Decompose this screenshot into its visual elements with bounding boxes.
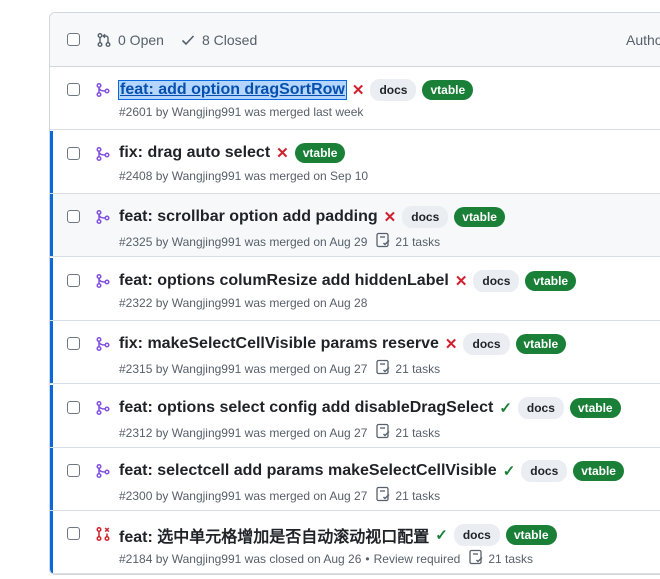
pr-title-link[interactable]: feat: options columResize add hiddenLabe… <box>119 272 449 290</box>
pr-title-link[interactable]: feat: options select config add disableD… <box>119 399 493 417</box>
tasks-count: 21 tasks <box>488 551 534 566</box>
label-vtable[interactable]: vtable <box>454 207 505 227</box>
check-failed-icon[interactable]: ✕ <box>455 274 468 289</box>
tasks-count: 21 tasks <box>395 488 441 503</box>
row-checkbox[interactable] <box>67 210 80 223</box>
row-checkbox[interactable] <box>67 147 80 160</box>
check-failed-icon[interactable]: ✕ <box>384 210 397 225</box>
tasklist-icon <box>375 486 391 505</box>
pr-title-link[interactable]: feat: 选中单元格增加是否自动滚动视口配置 <box>119 523 429 547</box>
meta-separator: • <box>365 551 370 566</box>
pr-title-link[interactable]: fix: drag auto select <box>119 144 270 162</box>
merged-pr-icon <box>96 209 110 230</box>
pr-title-link[interactable]: feat: scrollbar option add padding <box>119 208 378 226</box>
label-vtable[interactable]: vtable <box>505 525 557 545</box>
tasks-indicator: 21 tasks <box>375 423 440 442</box>
pr-meta: #2184 by Wangjing991 was closed on Aug 2… <box>119 551 362 566</box>
tasklist-icon <box>375 423 391 442</box>
pr-meta: #2408 by Wangjing991 was merged on Sep 1… <box>119 169 369 183</box>
check-failed-icon[interactable]: ✕ <box>352 83 365 98</box>
pr-meta: #2312 by Wangjing991 was merged on Aug 2… <box>119 425 368 440</box>
row-checkbox[interactable] <box>67 274 80 287</box>
label-vtable[interactable]: vtable <box>294 143 346 163</box>
label-vtable[interactable]: vtable <box>525 271 577 291</box>
pr-title-link[interactable]: feat: selectcell add params makeSelectCe… <box>119 462 497 480</box>
check-failed-icon[interactable]: ✕ <box>276 146 289 161</box>
label-docs[interactable]: docs <box>517 397 564 419</box>
row-checkbox[interactable] <box>67 337 80 350</box>
open-filter[interactable]: 0 Open <box>96 32 164 48</box>
row-checkbox[interactable] <box>67 527 80 540</box>
tasks-indicator: 21 tasks <box>375 359 440 378</box>
author-filter[interactable]: Autho <box>626 32 660 48</box>
merged-pr-icon <box>96 400 110 421</box>
tasks-count: 21 tasks <box>395 361 441 376</box>
pull-request-row[interactable]: feat: options select config add disableD… <box>50 385 660 448</box>
closed-count: 8 Closed <box>202 32 258 48</box>
tasks-indicator: 21 tasks <box>375 232 440 251</box>
row-checkbox[interactable] <box>67 401 80 414</box>
pr-meta: #2315 by Wangjing991 was merged on Aug 2… <box>119 361 368 376</box>
tasks-indicator: 21 tasks <box>375 486 440 505</box>
pr-meta: #2300 by Wangjing991 was merged on Aug 2… <box>119 488 368 503</box>
pr-title-link[interactable]: fix: makeSelectCellVisible params reserv… <box>119 335 439 353</box>
pull-request-row[interactable]: feat: 选中单元格增加是否自动滚动视口配置 ✓ docs vtable #2184 … <box>50 511 660 574</box>
tasks-count: 21 tasks <box>395 425 441 440</box>
check-icon <box>181 35 195 46</box>
label-docs[interactable]: docs <box>521 460 568 482</box>
tasklist-icon <box>468 549 484 568</box>
check-failed-icon[interactable]: ✕ <box>445 337 458 352</box>
pull-request-row[interactable]: feat: add option dragSortRow ✕ docs vtable #… <box>50 67 660 130</box>
check-passed-icon[interactable]: ✓ <box>499 401 512 416</box>
list-header: 0 Open 8 Closed Autho <box>50 13 660 67</box>
pull-request-icon <box>97 33 111 47</box>
label-vtable[interactable]: vtable <box>422 80 474 100</box>
pr-title-link[interactable]: feat: add option dragSortRow <box>118 80 347 100</box>
pull-request-row[interactable]: fix: makeSelectCellVisible params reserv… <box>50 321 660 384</box>
merged-pr-icon <box>96 336 110 357</box>
pr-meta: #2601 by Wangjing991 was merged last wee… <box>119 105 364 119</box>
label-docs[interactable]: docs <box>402 206 449 228</box>
merged-pr-icon <box>96 146 110 167</box>
pr-meta: #2325 by Wangjing991 was merged on Aug 2… <box>119 234 368 249</box>
merged-pr-icon <box>96 82 110 103</box>
tasks-count: 21 tasks <box>395 234 441 249</box>
merged-pr-icon <box>96 273 110 294</box>
pr-meta: #2322 by Wangjing991 was merged on Aug 2… <box>119 296 368 310</box>
label-docs[interactable]: docs <box>463 333 510 355</box>
label-vtable[interactable]: vtable <box>569 398 621 418</box>
pull-request-list: 0 Open 8 Closed Autho feat: add option d… <box>49 12 660 575</box>
check-passed-icon[interactable]: ✓ <box>435 528 448 543</box>
review-status[interactable]: Review required <box>374 552 461 566</box>
merged-pr-icon <box>96 463 110 484</box>
tasks-indicator: 21 tasks <box>468 549 533 568</box>
open-count: 0 Open <box>118 32 164 48</box>
label-vtable[interactable]: vtable <box>573 461 624 481</box>
pull-request-row[interactable]: feat: options columResize add hiddenLabe… <box>50 258 660 321</box>
label-docs[interactable]: docs <box>370 79 417 101</box>
row-checkbox[interactable] <box>67 83 80 96</box>
pull-request-row[interactable]: feat: scrollbar option add padding ✕ docs v… <box>50 194 660 257</box>
closed-filter[interactable]: 8 Closed <box>180 32 257 48</box>
label-vtable[interactable]: vtable <box>515 334 567 354</box>
pull-request-row[interactable]: feat: selectcell add params makeSelectCe… <box>50 448 660 511</box>
pull-request-row[interactable]: fix: drag auto select ✕ vtable #2408 by Wan… <box>50 131 660 194</box>
label-docs[interactable]: docs <box>453 524 500 546</box>
closed-pr-icon <box>96 526 110 547</box>
tasklist-icon <box>375 232 391 251</box>
select-all-checkbox[interactable] <box>67 33 80 46</box>
row-checkbox[interactable] <box>67 464 80 477</box>
label-docs[interactable]: docs <box>473 270 520 292</box>
tasklist-icon <box>375 359 391 378</box>
check-passed-icon[interactable]: ✓ <box>503 464 516 479</box>
